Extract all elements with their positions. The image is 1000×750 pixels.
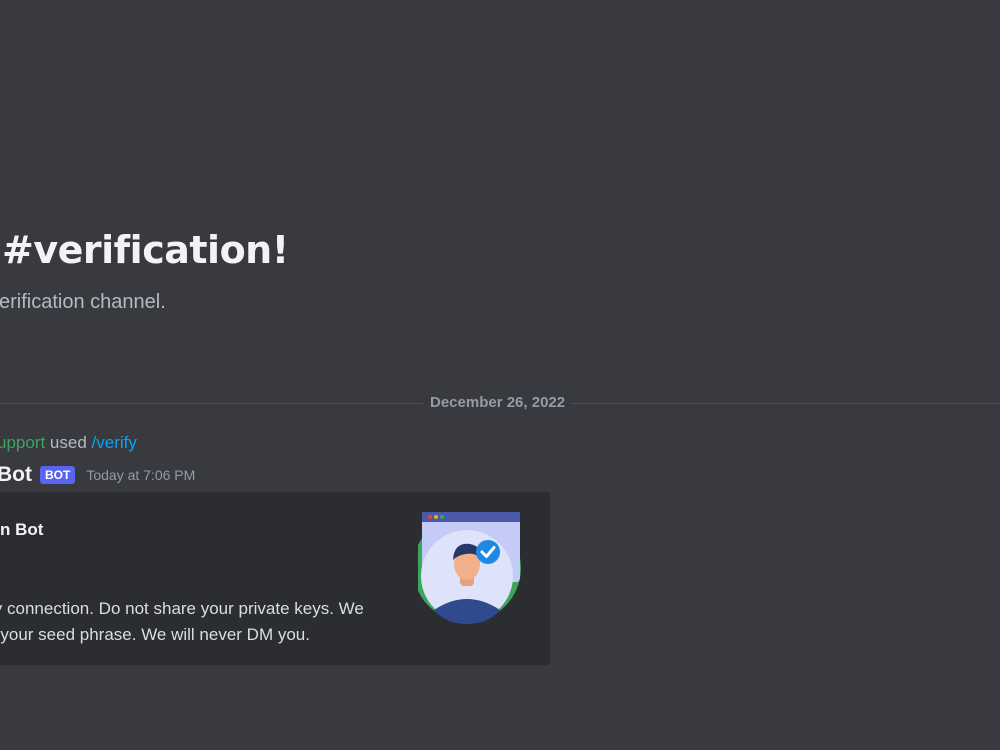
verified-user-icon	[418, 512, 521, 624]
interaction-used-text: used	[45, 433, 92, 452]
embed-description: ly connection. Do not share your private…	[0, 596, 364, 648]
embed-description-line: r your seed phrase. We will never DM you…	[0, 625, 310, 644]
message-author[interactable]: Bot	[0, 463, 32, 487]
interaction-username[interactable]: upport	[0, 433, 45, 452]
embed-author: n Bot	[0, 520, 44, 539]
bot-tag: BOT	[40, 466, 76, 484]
interaction-reply: upport used /verify	[0, 433, 137, 453]
message-header: Bot BOT Today at 7:06 PM	[0, 463, 195, 487]
date-divider-label: December 26, 2022	[423, 394, 573, 411]
message-timestamp: Today at 7:06 PM	[86, 467, 196, 483]
embed-description-line: ly connection. Do not share your private…	[0, 599, 364, 618]
welcome-title: #verification!	[2, 228, 289, 272]
interaction-command[interactable]: /verify	[92, 433, 137, 452]
welcome-subtitle: erification channel.	[0, 291, 166, 313]
